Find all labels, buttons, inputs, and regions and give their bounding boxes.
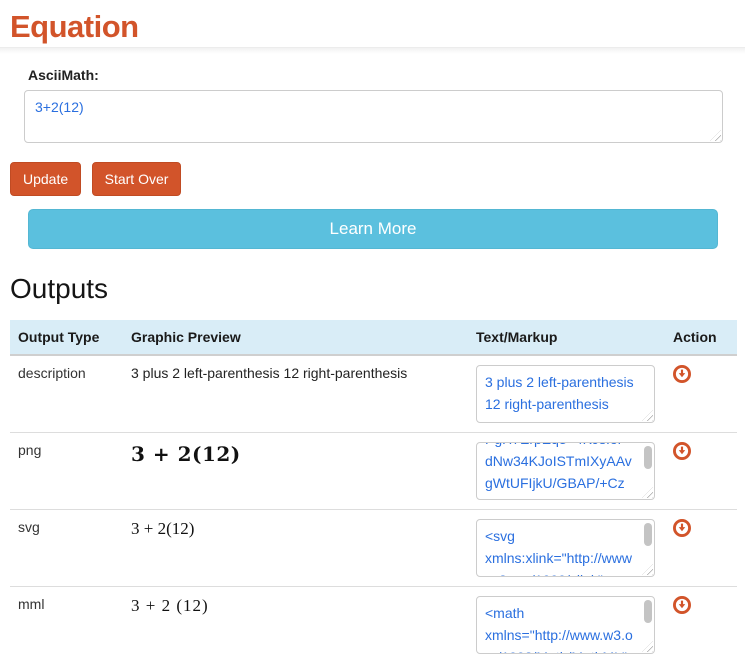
outputs-table: Output Type Graphic Preview Text/Markup … — [10, 320, 737, 663]
download-circle-icon — [673, 519, 691, 537]
output-type-label: svg — [10, 510, 123, 587]
asciimath-form: AsciiMath: 3+2(12) — [24, 67, 723, 143]
markup-textarea-svg[interactable]: <svg xmlns:xlink="http://www .w3.org/199… — [476, 519, 655, 577]
markup-line: 12 right-parenthesis — [485, 393, 646, 415]
app-header: Equation — [0, 0, 745, 47]
asciimath-label: AsciiMath: — [28, 67, 723, 83]
markup-line: 3 plus 2 left-parenthesis — [485, 371, 646, 393]
start-over-button[interactable]: Start Over — [92, 162, 182, 196]
graphic-preview-png: 3 + 2(12) — [131, 442, 241, 466]
graphic-preview-svg: 3 + 2(12) — [131, 519, 194, 538]
asciimath-input-wrap: 3+2(12) — [24, 90, 723, 143]
download-svg-button[interactable] — [673, 519, 691, 537]
table-row-description: description 3 plus 2 left-parenthesis 12… — [10, 355, 737, 433]
scrollbar-thumb[interactable] — [644, 600, 652, 623]
update-button[interactable]: Update — [10, 162, 81, 196]
graphic-preview-description: 3 plus 2 left-parenthesis 12 right-paren… — [131, 365, 407, 381]
table-row-svg: svg 3 + 2(12) <svg xmlns:xlink="http://w… — [10, 510, 737, 587]
col-header-action: Action — [665, 320, 737, 355]
markup-line: rg/1998/Math/MathML" — [485, 646, 646, 654]
markup-line: CK4Kj3Tmwahn5P9d — [485, 494, 646, 500]
markup-line: gWtUFIjkU/GBAP/+Cz — [485, 472, 646, 494]
markup-line: <math — [485, 602, 646, 624]
markup-line: <svg — [485, 525, 646, 547]
col-header-output-type: Output Type — [10, 320, 123, 355]
download-mml-button[interactable] — [673, 596, 691, 614]
button-row: Update Start Over — [10, 162, 745, 196]
page-title: Equation — [10, 9, 745, 45]
markup-textarea-description[interactable]: 3 plus 2 left-parenthesis 12 right-paren… — [476, 365, 655, 423]
outputs-title: Outputs — [10, 273, 745, 305]
table-row-mml: mml 3 + 2 (12) <math xmlns="http://www.w… — [10, 587, 737, 663]
markup-line: PgH7ErpEq3+4KJsIol — [485, 442, 646, 450]
output-type-label: png — [10, 433, 123, 510]
download-circle-icon — [673, 596, 691, 614]
markup-line: .w3.org/1999/xlink" — [485, 569, 646, 577]
download-circle-icon — [673, 365, 691, 383]
table-header-row: Output Type Graphic Preview Text/Markup … — [10, 320, 737, 355]
markup-line: xmlns:xlink="http://www — [485, 547, 646, 569]
markup-textarea-mml[interactable]: <math xmlns="http://www.w3.o rg/1998/Mat… — [476, 596, 655, 654]
header-divider — [0, 47, 745, 54]
markup-textarea-png[interactable]: PgH7ErpEq3+4KJsIol dNw34KJoISTmIXyAAv gW… — [476, 442, 655, 500]
output-type-label: description — [10, 355, 123, 433]
download-description-button[interactable] — [673, 365, 691, 383]
output-type-label: mml — [10, 587, 123, 663]
col-header-graphic-preview: Graphic Preview — [123, 320, 468, 355]
scrollbar-thumb[interactable] — [644, 446, 652, 469]
scrollbar-thumb[interactable] — [644, 523, 652, 546]
download-png-button[interactable] — [673, 442, 691, 460]
markup-line: xmlns="http://www.w3.o — [485, 624, 646, 646]
learn-more-button[interactable]: Learn More — [28, 209, 718, 249]
graphic-preview-mml: 3 + 2 (12) — [131, 596, 209, 615]
col-header-text-markup: Text/Markup — [468, 320, 665, 355]
markup-line: dNw34KJoISTmIXyAAv — [485, 450, 646, 472]
download-circle-icon — [673, 442, 691, 460]
table-row-png: png 3 + 2(12) PgH7ErpEq3+4KJsIol dNw34KJ… — [10, 433, 737, 510]
asciimath-input[interactable]: 3+2(12) — [24, 90, 723, 143]
